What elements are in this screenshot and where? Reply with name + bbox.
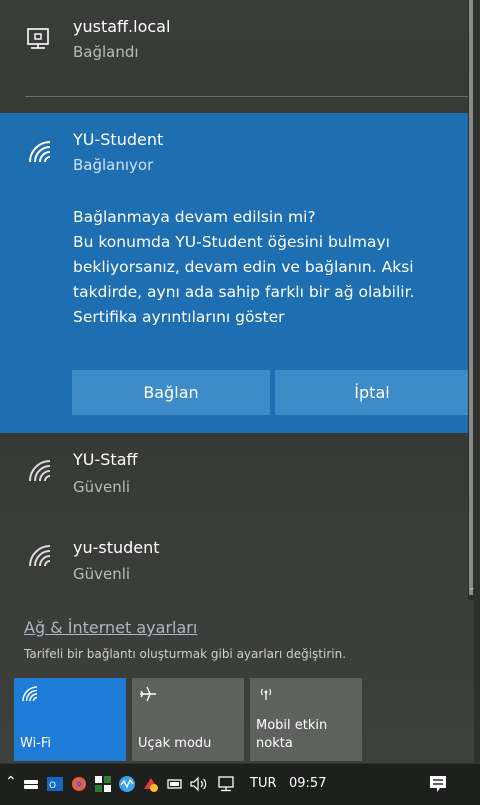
airplane-icon bbox=[140, 686, 156, 702]
network-name: yustaff.local bbox=[73, 17, 171, 36]
tile-label: Uçak modu bbox=[138, 736, 212, 751]
network-status: Güvenli bbox=[73, 565, 131, 583]
tile-label-line: nokta bbox=[256, 736, 293, 751]
browser-icon[interactable] bbox=[70, 775, 88, 793]
cancel-button[interactable]: İptal bbox=[275, 370, 469, 415]
mobile-hotspot-tile[interactable]: Mobil etkin nokta bbox=[250, 678, 362, 761]
security-icon[interactable] bbox=[94, 775, 112, 793]
wifi-icon bbox=[29, 545, 51, 567]
tile-label: Wi-Fi bbox=[20, 736, 52, 751]
tile-label-line: Mobil etkin bbox=[256, 718, 328, 733]
airplane-mode-tile[interactable]: Uçak modu bbox=[132, 678, 244, 761]
network-activity-icon[interactable] bbox=[118, 775, 136, 793]
network-item-yu-staff[interactable]: YU-Staff Güvenli bbox=[0, 440, 474, 510]
scroll-down-icon[interactable]: ⌄ bbox=[468, 583, 474, 593]
language-indicator[interactable]: TUR bbox=[250, 776, 277, 791]
outlook-icon[interactable]: O bbox=[46, 775, 64, 793]
scrollbar[interactable]: ⌄ bbox=[468, 0, 474, 600]
svg-text:O: O bbox=[49, 781, 56, 791]
wifi-icon bbox=[29, 460, 51, 482]
hotspot-icon bbox=[260, 688, 272, 700]
network-name: YU-Student bbox=[73, 130, 164, 149]
network-name: YU-Staff bbox=[73, 450, 138, 469]
wifi-toggle-tile[interactable]: Wi-Fi bbox=[14, 678, 126, 761]
action-center-icon[interactable] bbox=[428, 774, 448, 794]
wifi-icon bbox=[29, 141, 51, 163]
chevron-up-icon[interactable]: ⌃ bbox=[5, 774, 17, 790]
wifi-icon bbox=[22, 686, 38, 702]
prompt-line: takdirde, aynı ada sahip farklı bir ağ o… bbox=[73, 283, 415, 301]
scrollbar-thumb[interactable] bbox=[469, 0, 473, 595]
clock[interactable]: 09:57 bbox=[289, 776, 326, 791]
network-flyout: yustaff.local Bağlandı YU-Student Bağlan… bbox=[0, 0, 474, 763]
ethernet-icon bbox=[27, 28, 49, 49]
connect-button[interactable]: Bağlan bbox=[72, 370, 270, 415]
prompt-line: bekliyorsanız, devam edin ve bağlanın. A… bbox=[73, 258, 414, 276]
prompt-line: Bu konumda YU-Student öğesini bulmayı bbox=[73, 233, 390, 251]
connect-prompt: Bağlanmaya devam edilsin mi? Bu konumda … bbox=[73, 205, 463, 330]
alert-icon[interactable] bbox=[142, 775, 160, 793]
network-status: Bağlanıyor bbox=[73, 156, 154, 174]
network-status: Güvenli bbox=[73, 478, 131, 496]
drive-icon[interactable] bbox=[22, 775, 40, 793]
speaker-icon[interactable] bbox=[189, 775, 209, 793]
network-settings-description: Tarifeli bir bağlantı oluşturmak gibi ay… bbox=[24, 647, 347, 661]
network-item-yu-student[interactable]: yu-student Güvenli bbox=[0, 528, 474, 598]
battery-icon[interactable] bbox=[166, 775, 184, 793]
network-item-wired[interactable]: yustaff.local Bağlandı bbox=[0, 0, 474, 90]
network-status: Bağlandı bbox=[73, 43, 139, 61]
certificate-details-link[interactable]: Sertifika ayrıntılarını göster bbox=[73, 305, 463, 330]
taskbar: ⌃ O TUR 09:57 bbox=[0, 764, 480, 805]
network-name: yu-student bbox=[73, 538, 160, 557]
ethernet-icon[interactable] bbox=[218, 775, 236, 793]
network-item-selected[interactable]: YU-Student Bağlanıyor Bağlanmaya devam e… bbox=[0, 113, 474, 433]
divider bbox=[25, 96, 468, 97]
prompt-line: Bağlanmaya devam edilsin mi? bbox=[73, 208, 316, 226]
tile-label: Mobil etkin nokta bbox=[256, 717, 327, 753]
network-settings-link[interactable]: Ağ & İnternet ayarları bbox=[24, 618, 197, 637]
